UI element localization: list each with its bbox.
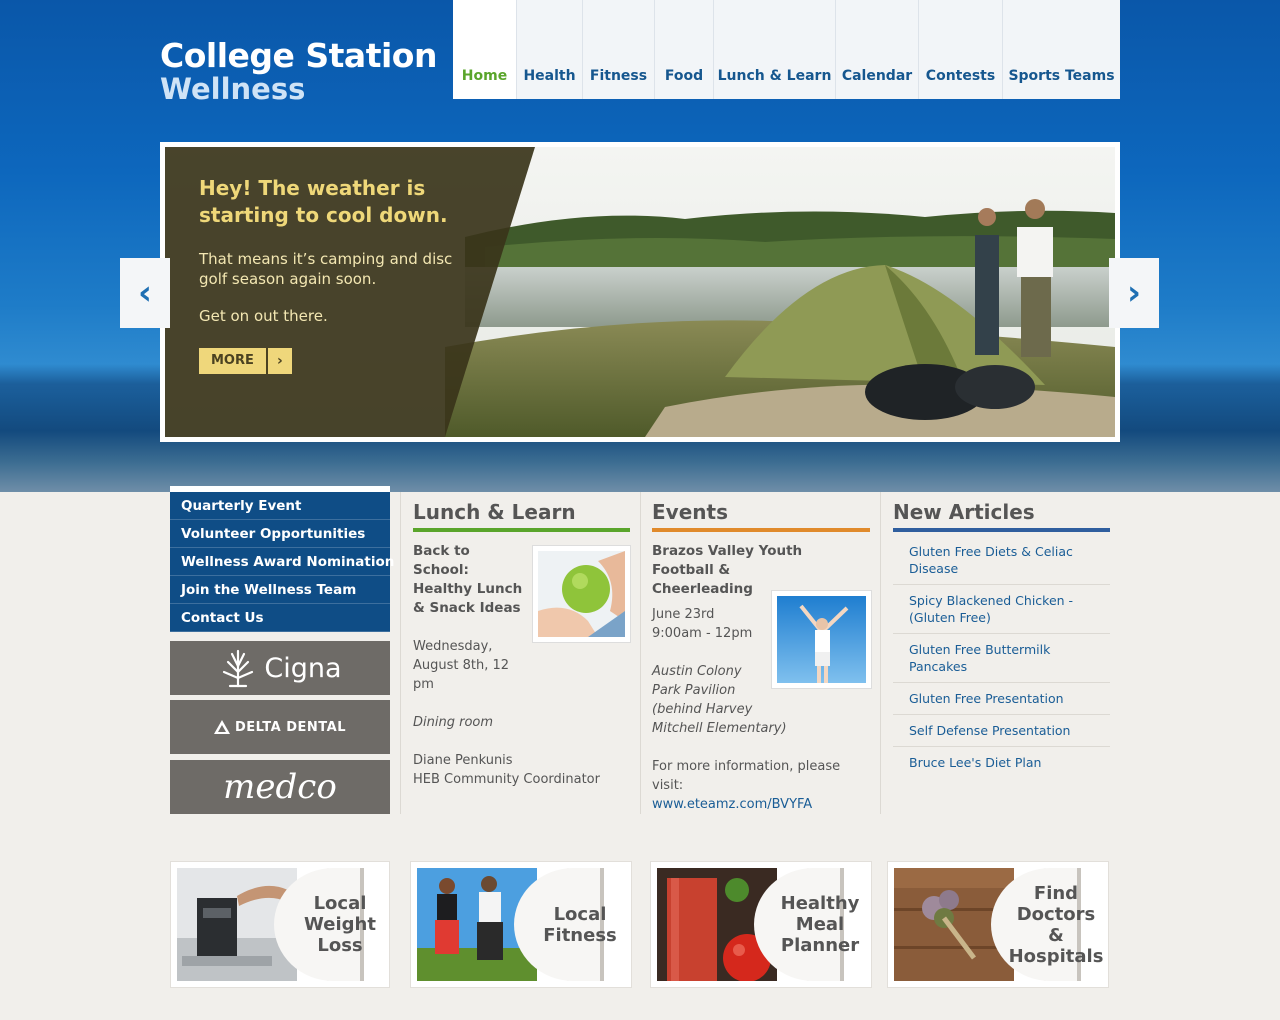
chevron-left-icon: ‹ <box>137 273 152 313</box>
nav-fitness[interactable]: Fitness <box>583 0 655 99</box>
tile-label-line: Hospitals <box>1008 945 1104 967</box>
tile-label-line: Find <box>1033 882 1079 904</box>
side-menu-award-nomination[interactable]: Wellness Award Nomination <box>170 548 394 576</box>
delta-icon <box>213 720 230 734</box>
events-column: Events Brazos Valley Youth Football & Ch… <box>640 492 880 814</box>
nav-lunch-learn[interactable]: Lunch & Learn <box>714 0 836 99</box>
articles-underline <box>893 528 1110 532</box>
side-menu-contact[interactable]: Contact Us <box>170 604 390 632</box>
slide-caption: Hey! The weather is starting to cool dow… <box>165 147 545 437</box>
slide-text-1: That means it’s camping and disc golf se… <box>199 250 453 288</box>
logo-line-1: College Station <box>160 36 437 75</box>
events-underline <box>652 528 870 532</box>
sponsor-medco[interactable]: medco <box>170 760 390 814</box>
sponsor-delta-dental[interactable]: DELTA DENTAL <box>170 700 390 754</box>
tile-label-line: Local <box>313 893 367 914</box>
slider-prev-button[interactable]: ‹ <box>120 258 170 328</box>
chevron-right-icon: › <box>265 348 292 374</box>
events-title: Events <box>652 500 728 524</box>
side-menu: Quarterly Event Volunteer Opportunities … <box>170 486 394 632</box>
nav-contests[interactable]: Contests <box>919 0 1003 99</box>
site-logo[interactable]: College Station Wellness <box>160 36 437 106</box>
slide: Hey! The weather is starting to cool dow… <box>165 147 1115 437</box>
articles-title: New Articles <box>893 500 1035 524</box>
tile-label-line: Local <box>553 903 607 925</box>
lunch-event-location: Dining room <box>413 715 494 730</box>
tile-label-line: Healthy <box>780 893 860 914</box>
tile-label-line: Loss <box>317 935 363 956</box>
event-more-info: For more information, please visit: <box>652 759 841 793</box>
lunch-event-date: Wednesday, August 8th, 12 pm <box>413 639 510 692</box>
cheer-thumbnail <box>771 590 872 689</box>
nav-sports-teams[interactable]: Sports Teams <box>1003 0 1120 99</box>
nav-home[interactable]: Home <box>453 0 517 99</box>
nav-food[interactable]: Food <box>655 0 714 99</box>
tile-label-line: Fitness <box>543 924 617 946</box>
tile-label-line: Planner <box>780 935 860 956</box>
articles-column: New Articles Gluten Free Diets & Celiac … <box>880 492 1120 814</box>
article-link[interactable]: Gluten Free Buttermilk Pancakes <box>893 634 1110 683</box>
tile-label-line: Meal <box>795 914 845 935</box>
lunch-presenter-role: HEB Community Coordinator <box>413 772 600 787</box>
event-location-line-3: (behind Harvey <box>652 702 753 717</box>
slide-headline: Hey! The weather is starting to cool dow… <box>199 176 448 227</box>
article-list: Gluten Free Diets & Celiac Disease Spicy… <box>893 536 1110 778</box>
tile-label: Find Doctors & Hospitals <box>1008 868 1104 981</box>
article-link[interactable]: Bruce Lee's Diet Plan <box>893 747 1110 778</box>
event-link[interactable]: www.eteamz.com/BVYFA <box>652 795 870 814</box>
lunch-presenter: Diane Penkunis <box>413 753 513 768</box>
logo-line-2: Wellness <box>160 72 306 106</box>
tile-find-doctors[interactable]: Find Doctors & Hospitals <box>887 861 1109 988</box>
delta-dental-logo-text: DELTA DENTAL <box>234 719 346 735</box>
side-menu-volunteer[interactable]: Volunteer Opportunities <box>170 520 390 548</box>
medco-logo-text: medco <box>223 767 337 807</box>
cigna-tree-icon <box>223 649 254 688</box>
tile-local-weight-loss[interactable]: Local Weight Loss <box>170 861 390 988</box>
side-menu-quarterly-event[interactable]: Quarterly Event <box>170 492 390 520</box>
slider-next-button[interactable]: › <box>1109 258 1159 328</box>
lunch-learn-column: Lunch & Learn Back to School: Healthy Lu… <box>400 492 640 814</box>
tile-label-line: Weight <box>304 914 376 935</box>
slide-more-button[interactable]: MORE › <box>199 348 292 374</box>
chevron-right-icon: › <box>1126 273 1141 313</box>
tile-label: Local Fitness <box>537 868 623 981</box>
article-link[interactable]: Gluten Free Diets & Celiac Disease <box>893 536 1110 585</box>
main-nav: Home Health Fitness Food Lunch & Learn C… <box>453 0 1120 99</box>
tile-local-fitness[interactable]: Local Fitness <box>410 861 632 988</box>
nav-calendar[interactable]: Calendar <box>836 0 919 99</box>
side-menu-join-team[interactable]: Join the Wellness Team <box>170 576 390 604</box>
article-link[interactable]: Spicy Blackened Chicken -(Gluten Free) <box>893 585 1110 634</box>
slide-text-2: Get on out there. <box>199 307 328 325</box>
tile-label-line: Doctors & <box>1016 903 1096 946</box>
lunch-learn-title: Lunch & Learn <box>413 500 576 524</box>
cigna-logo-text: Cigna <box>264 652 342 684</box>
article-link[interactable]: Self Defense Presentation <box>893 715 1110 747</box>
sponsor-cigna[interactable]: Cigna <box>170 641 390 695</box>
lunch-learn-underline <box>413 528 630 532</box>
lunch-event-title[interactable]: Back to School: Healthy Lunch & Snack Id… <box>413 542 523 618</box>
tile-label: Local Weight Loss <box>297 868 383 981</box>
event-location-line-4: Mitchell Elementary) <box>652 721 787 736</box>
article-link[interactable]: Gluten Free Presentation <box>893 683 1110 715</box>
tile-label: Healthy Meal Planner <box>777 868 863 981</box>
hero-slider: Hey! The weather is starting to cool dow… <box>160 142 1120 442</box>
apple-thumbnail <box>532 545 631 643</box>
more-label: MORE <box>199 348 266 374</box>
tile-healthy-meal-planner[interactable]: Healthy Meal Planner <box>650 861 872 988</box>
nav-health[interactable]: Health <box>517 0 583 99</box>
